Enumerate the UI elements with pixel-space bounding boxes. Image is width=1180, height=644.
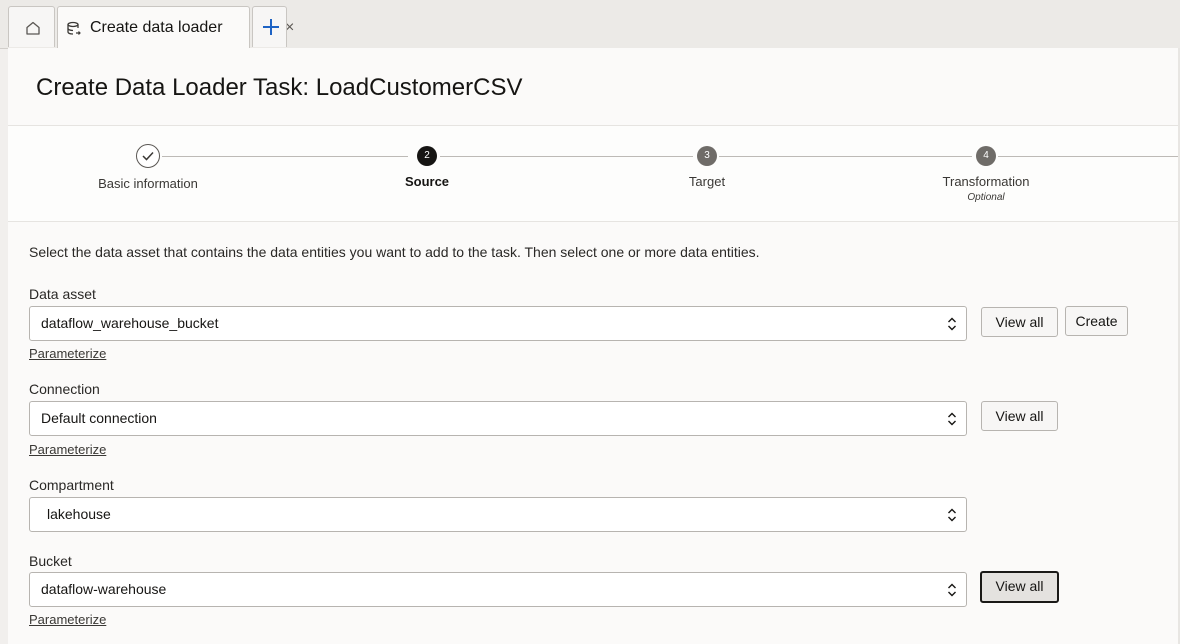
bucket-label: Bucket	[29, 553, 72, 569]
bucket-parameterize-link[interactable]: Parameterize	[29, 612, 106, 627]
step-4-label: Transformation	[942, 174, 1030, 189]
step-connector	[998, 156, 1180, 157]
up-down-chevron-icon	[948, 508, 956, 522]
page-title: Create Data Loader Task: LoadCustomerCSV	[36, 74, 523, 101]
step-indicator: Basic information 2 Source 3 Target 4 Tr…	[8, 125, 1180, 222]
connection-parameterize-link[interactable]: Parameterize	[29, 442, 106, 457]
compartment-select[interactable]: lakehouse	[29, 497, 967, 532]
main-panel: Create Data Loader Task: LoadCustomerCSV…	[8, 48, 1180, 644]
step-1-label[interactable]: Basic information	[98, 176, 198, 191]
add-tab-button[interactable]	[252, 6, 287, 47]
up-down-chevron-icon	[948, 317, 956, 331]
connection-value: Default connection	[41, 410, 157, 426]
home-tab[interactable]	[8, 6, 55, 47]
tab-label: Create data loader	[90, 19, 223, 36]
bucket-select[interactable]: dataflow-warehouse	[29, 572, 967, 607]
data-asset-view-all-button[interactable]: View all	[981, 307, 1058, 337]
step-4-number: 4	[976, 146, 996, 166]
step-3-label: Target	[688, 174, 726, 189]
instructions-text: Select the data asset that contains the …	[29, 244, 760, 260]
data-asset-select[interactable]: dataflow_warehouse_bucket	[29, 306, 967, 341]
compartment-value: lakehouse	[47, 506, 111, 522]
tab-create-data-loader[interactable]: Create data loader ×	[57, 6, 294, 48]
compartment-label: Compartment	[29, 477, 114, 493]
up-down-chevron-icon	[948, 412, 956, 426]
step-connector	[440, 156, 693, 157]
step-4-optional-label: Optional	[967, 192, 1005, 203]
connection-select[interactable]: Default connection	[29, 401, 967, 436]
data-asset-create-button[interactable]: Create	[1065, 306, 1128, 336]
plus-icon	[263, 19, 279, 35]
data-loader-icon	[67, 21, 81, 35]
up-down-chevron-icon	[948, 583, 956, 597]
bucket-view-all-button[interactable]: View all	[980, 571, 1059, 603]
connection-view-all-button[interactable]: View all	[981, 401, 1058, 431]
data-asset-parameterize-link[interactable]: Parameterize	[29, 346, 106, 361]
bucket-value: dataflow-warehouse	[41, 581, 167, 597]
step-connector	[162, 156, 408, 157]
home-icon	[26, 21, 40, 35]
step-2-label: Source	[404, 174, 450, 189]
step-2-number: 2	[417, 146, 437, 166]
step-connector	[719, 156, 972, 157]
data-asset-label: Data asset	[29, 286, 96, 302]
data-asset-value: dataflow_warehouse_bucket	[41, 315, 219, 331]
step-1-complete-icon[interactable]	[136, 144, 160, 168]
tab-bar: Create data loader ×	[0, 0, 1180, 49]
checkmark-icon	[142, 151, 154, 161]
step-3-number: 3	[697, 146, 717, 166]
connection-label: Connection	[29, 381, 100, 397]
